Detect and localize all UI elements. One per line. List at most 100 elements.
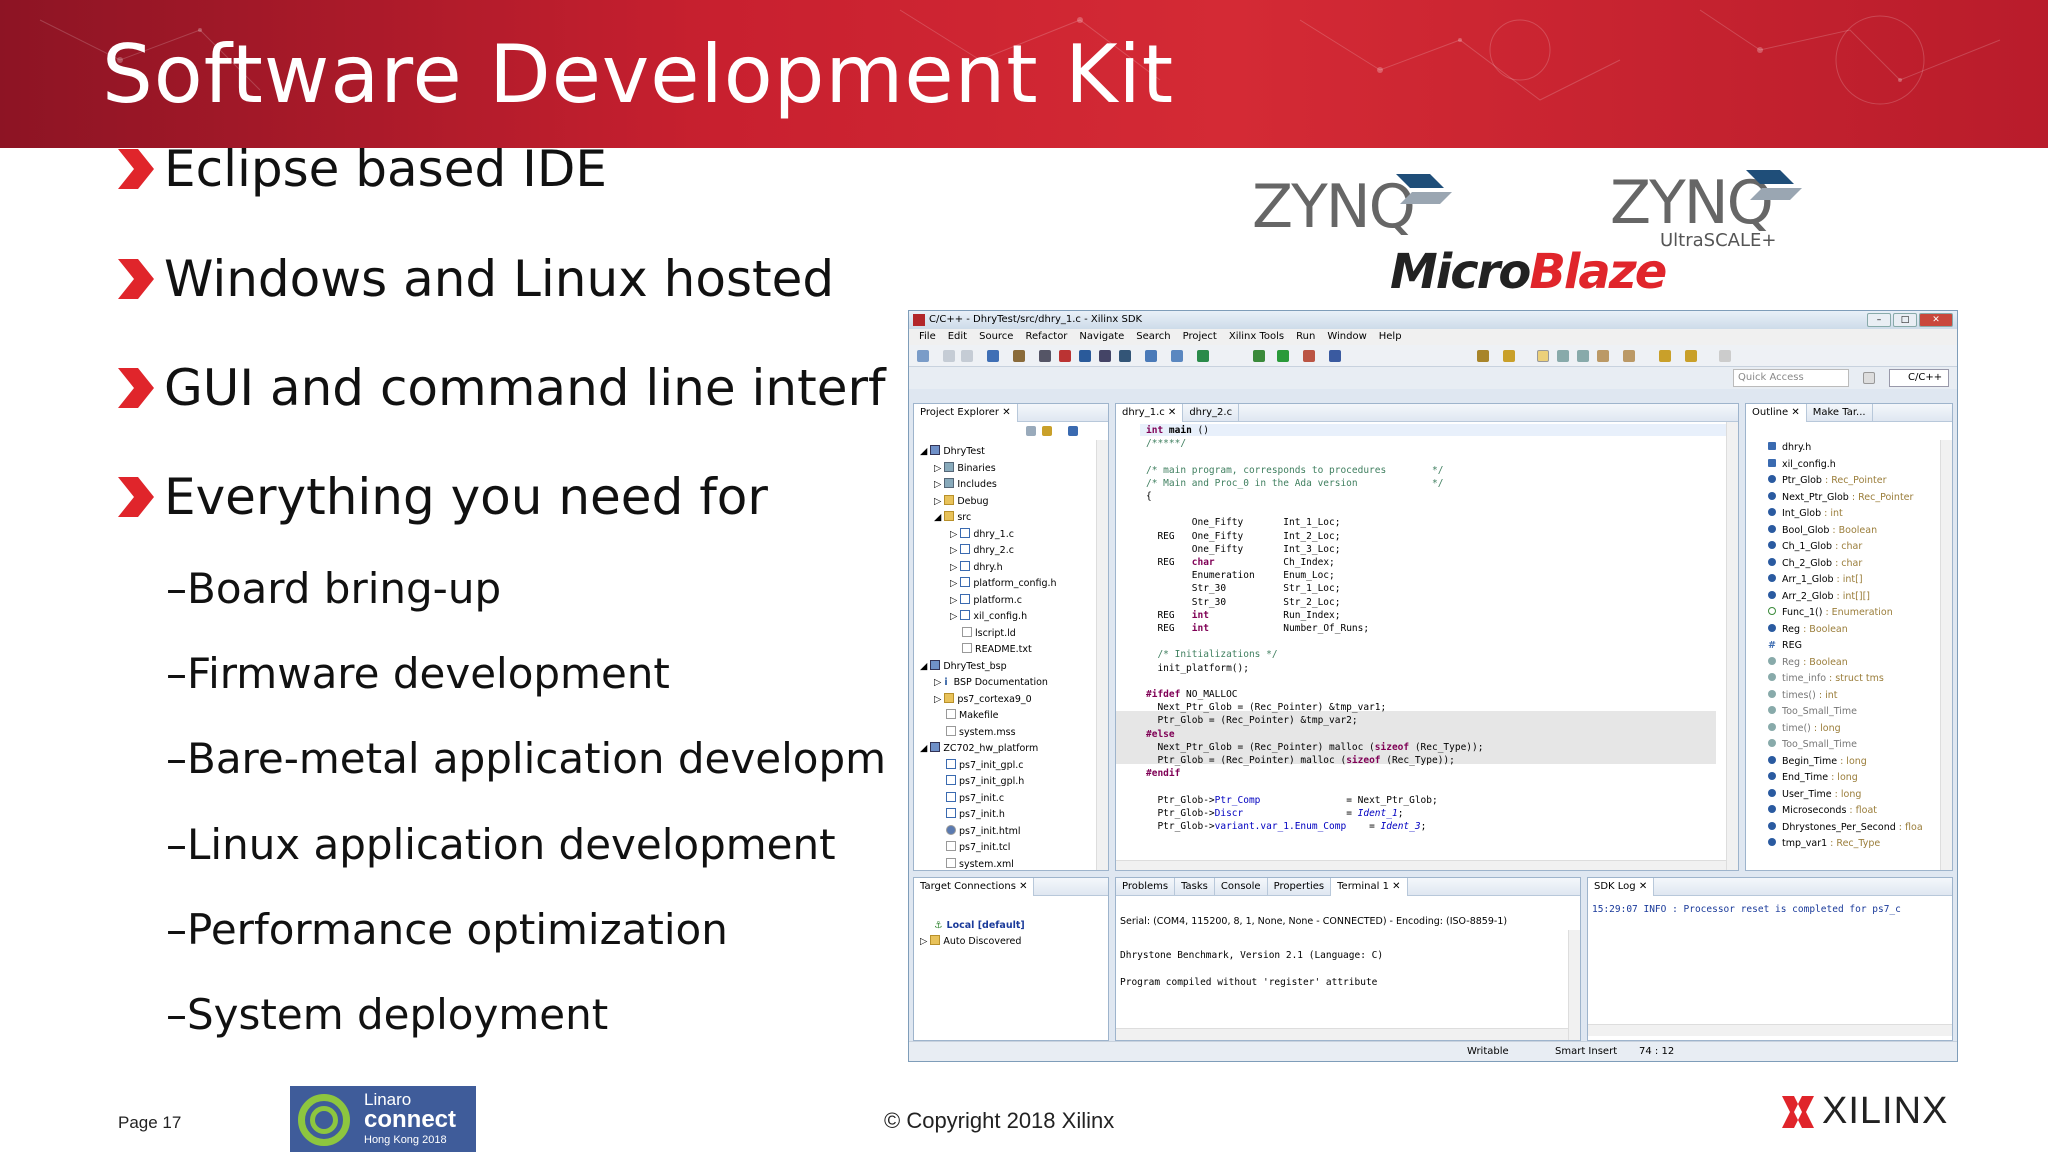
link-editor-icon[interactable] [1042,426,1052,436]
tab-make-target[interactable]: Make Tar... [1807,404,1873,422]
menu-refactor[interactable]: Refactor [1025,329,1067,345]
tab-properties[interactable]: Properties [1268,878,1332,896]
tree-item[interactable]: ps7_init.tcl [920,840,1057,857]
menu-project[interactable]: Project [1183,329,1217,345]
program-fpga-icon[interactable] [1039,350,1051,362]
tree-item[interactable]: lscript.ld [920,626,1057,643]
tree-item[interactable]: ps7_init_gpl.h [920,774,1057,791]
debug-icon[interactable] [1253,350,1265,362]
outline-item[interactable]: Arr_2_Glob : int[][] [1768,589,1923,606]
skip-breakpoints-icon[interactable] [1329,350,1341,362]
open-perspective-icon[interactable] [1863,372,1875,384]
new-icon[interactable] [917,350,929,362]
tree-item[interactable]: ◢ src [920,510,1057,527]
tree-item[interactable]: ps7_init.html [920,824,1057,841]
quick-access-input[interactable]: Quick Access [1733,369,1849,387]
menu-run[interactable]: Run [1296,329,1315,345]
tree-item[interactable]: ▷ Binaries [920,461,1057,478]
search-icon[interactable] [1197,350,1209,362]
menu-help[interactable]: Help [1379,329,1402,345]
outline-item[interactable]: Dhrystones_Per_Second : floa [1768,820,1923,837]
tree-item[interactable]: ▷ Includes [920,477,1057,494]
target-item[interactable]: ▷ Auto Discovered [920,934,1025,950]
outline-item[interactable]: Microseconds : float [1768,803,1923,820]
flash-icon[interactable] [1119,350,1131,362]
tree-item[interactable]: ◢ DhryTest [920,444,1057,461]
outline-item[interactable]: Too_Small_Time [1768,737,1923,754]
tree-item[interactable]: ▷ ps7_cortexa9_0 [920,692,1057,709]
hammer-icon[interactable] [1013,350,1025,362]
tab-dhry-1-c[interactable]: dhry_1.c ✕ [1116,404,1184,422]
tree-item[interactable]: README.txt [920,642,1057,659]
tree-item[interactable]: Makefile [920,708,1057,725]
outline-item[interactable]: time() : long [1768,721,1923,738]
show-whitespace-icon[interactable] [1577,350,1589,362]
tree-item[interactable]: ◢ ZC702_hw_platform [920,741,1057,758]
outline-item[interactable]: xil_config.h [1768,457,1923,474]
menu-edit[interactable]: Edit [948,329,967,345]
new-class-icon[interactable] [1171,350,1183,362]
tree-item[interactable]: ps7_init.c [920,791,1057,808]
tree-item[interactable]: ▷ platform.c [920,593,1057,610]
new-project-icon[interactable] [1145,350,1157,362]
run-icon[interactable] [1277,350,1289,362]
tab-project-explorer[interactable]: Project Explorer ✕ [914,404,1018,422]
menu-xilinx-tools[interactable]: Xilinx Tools [1229,329,1284,345]
xmd-icon[interactable] [1059,350,1071,362]
menu-file[interactable]: File [919,329,936,345]
outline-item[interactable]: tmp_var1 : Rec_Type [1768,836,1923,853]
outline-item[interactable]: Int_Glob : int [1768,506,1923,523]
external-tools-icon[interactable] [1303,350,1315,362]
close-button[interactable]: ✕ [1919,313,1953,327]
tree-item[interactable]: system.mss [920,725,1057,742]
explorer-scrollbar[interactable] [1096,440,1108,870]
outline-item[interactable]: Ptr_Glob : Rec_Pointer [1768,473,1923,490]
tab-dhry-2-c[interactable]: dhry_2.c [1183,404,1240,422]
terminal-hscrollbar[interactable] [1116,1028,1568,1040]
minimize-button[interactable]: – [1867,313,1891,327]
build-icon[interactable] [987,350,999,362]
outline-item[interactable]: times() : int [1768,688,1923,705]
toggle-block-icon[interactable] [1557,350,1569,362]
target-item[interactable]: ⚓ Local [default] [920,918,1025,934]
prev-annotation-icon[interactable] [1623,350,1635,362]
terminal-output[interactable]: Dhrystone Benchmark, Version 2.1 (Langua… [1120,942,1383,996]
tree-item[interactable]: ▷ dhry_1.c [920,527,1057,544]
tree-item[interactable]: ps7_init_gpl.c [920,758,1057,775]
menu-navigate[interactable]: Navigate [1079,329,1124,345]
outline-item[interactable]: dhry.h [1768,440,1923,457]
outline-item[interactable]: time_info : struct tms [1768,671,1923,688]
annotation-icon[interactable] [1503,350,1515,362]
tab-outline[interactable]: Outline ✕ [1746,404,1807,422]
outline-item[interactable]: User_Time : long [1768,787,1923,804]
tree-item[interactable]: ps7_init.h [920,807,1057,824]
tab-problems[interactable]: Problems [1116,878,1176,896]
outline-item[interactable]: # REG [1768,638,1923,655]
terminal-scrollbar[interactable] [1568,930,1580,1040]
terminal-icon[interactable] [1079,350,1091,362]
open-type-icon[interactable] [1477,350,1489,362]
outline-item[interactable]: Reg : Boolean [1768,655,1923,672]
log-hscrollbar[interactable] [1588,1024,1952,1036]
tree-item[interactable]: system.xml [920,857,1057,874]
forward-icon[interactable] [1685,350,1697,362]
outline-item[interactable]: Func_1() : Enumeration [1768,605,1923,622]
tab-sdk-log[interactable]: SDK Log ✕ [1588,878,1655,896]
outline-item[interactable]: Begin_Time : long [1768,754,1923,771]
tree-item[interactable]: ▷ i BSP Documentation [920,675,1057,692]
tree-item[interactable]: ▷ Debug [920,494,1057,511]
outline-item[interactable]: Ch_2_Glob : char [1768,556,1923,573]
outline-scrollbar[interactable] [1940,440,1952,870]
tree-item[interactable]: ▷ xil_config.h [920,609,1057,626]
outline-item[interactable]: Ch_1_Glob : char [1768,539,1923,556]
menu-search[interactable]: Search [1136,329,1170,345]
menu-window[interactable]: Window [1327,329,1366,345]
tab-tasks[interactable]: Tasks [1175,878,1215,896]
back-icon[interactable] [1659,350,1671,362]
next-annotation-icon[interactable] [1597,350,1609,362]
save-icon[interactable] [943,350,955,362]
editor-hscrollbar[interactable] [1116,860,1726,870]
toggle-mark-occurrences-icon[interactable] [1537,350,1549,362]
tree-item[interactable]: ▷ dhry_2.c [920,543,1057,560]
source-code[interactable]: int main () /*****/ /* main program, corr… [1146,424,1483,833]
